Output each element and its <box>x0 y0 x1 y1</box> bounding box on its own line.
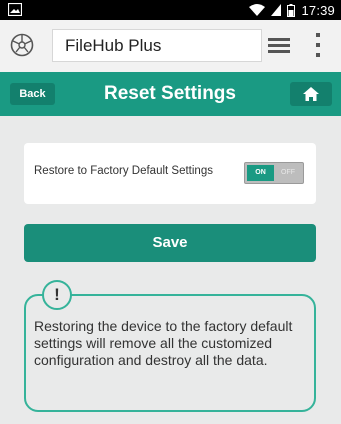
signal-icon <box>271 4 282 16</box>
app-header: Back Reset Settings <box>0 72 341 116</box>
home-button[interactable] <box>290 82 332 106</box>
image-notification-icon <box>8 3 22 16</box>
toggle-on-label: ON <box>247 165 274 181</box>
overflow-menu-icon[interactable] <box>315 32 321 58</box>
toggle-off-label: OFF <box>281 169 295 176</box>
wifi-icon <box>249 4 266 16</box>
clock-time: 17:39 <box>301 2 335 18</box>
back-button[interactable]: Back <box>10 83 55 105</box>
battery-icon <box>287 3 296 17</box>
address-bar[interactable]: FileHub Plus <box>52 29 262 62</box>
save-button[interactable]: Save <box>24 224 316 262</box>
tabs-icon[interactable] <box>268 36 290 54</box>
app-logo-icon[interactable] <box>10 33 34 57</box>
exclamation-icon: ! <box>42 280 72 310</box>
status-bar: 17:39 <box>0 0 341 20</box>
home-icon <box>303 87 319 101</box>
factory-reset-setting-row: Restore to Factory Default Settings ON O… <box>24 143 316 204</box>
factory-reset-label: Restore to Factory Default Settings <box>34 165 213 177</box>
browser-toolbar: FileHub Plus <box>0 20 341 73</box>
factory-reset-toggle[interactable]: ON OFF <box>244 162 304 184</box>
page-title: Reset Settings <box>104 83 236 104</box>
warning-message: Restoring the device to the factory defa… <box>34 318 293 368</box>
